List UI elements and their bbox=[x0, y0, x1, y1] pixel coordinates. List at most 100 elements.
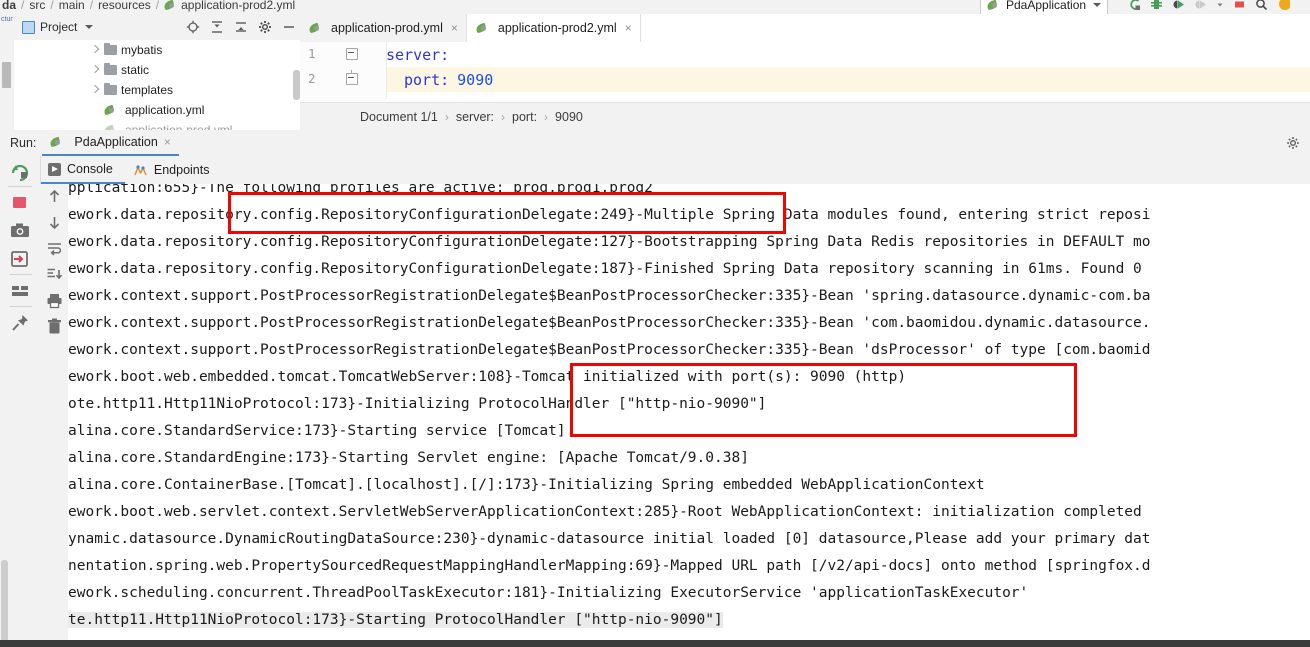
status-crumb-value[interactable]: 9090 bbox=[555, 110, 583, 124]
caret-line-highlight bbox=[386, 67, 1310, 92]
editor-tab-application-prod[interactable]: application-prod.yml × bbox=[300, 14, 467, 42]
editor-area: ctur Project mybatis static templates ap… bbox=[0, 14, 1310, 131]
code-line-2: port: 9090 bbox=[386, 67, 493, 92]
chevron-right-icon[interactable] bbox=[90, 65, 100, 75]
notification-icon[interactable] bbox=[1277, 0, 1291, 11]
chevron-down-icon[interactable] bbox=[85, 25, 94, 29]
chevron-right-icon[interactable] bbox=[90, 85, 100, 95]
console-line-6: ework.context.support.PostProcessorRegis… bbox=[68, 342, 1151, 358]
yml-file-icon bbox=[164, 0, 176, 11]
breadcrumb: da / src / main / resources / applicatio… bbox=[0, 0, 295, 14]
tree-node-templates[interactable]: templates bbox=[14, 80, 173, 100]
project-panel-toolbar bbox=[186, 14, 296, 40]
search-icon[interactable] bbox=[1255, 0, 1268, 11]
run-subtabs: Console Endpoints bbox=[40, 156, 1310, 185]
thread-dump-icon[interactable] bbox=[9, 248, 31, 270]
yaml-key: port: bbox=[404, 70, 450, 89]
close-icon[interactable]: × bbox=[164, 135, 171, 149]
console-line-14: nentation.spring.web.PropertySourcedRequ… bbox=[68, 558, 1151, 574]
soft-wrap-icon[interactable] bbox=[46, 240, 63, 257]
folder-icon bbox=[104, 83, 117, 95]
collapse-all-icon[interactable] bbox=[234, 20, 248, 34]
console-line-11: alina.core.ContainerBase.[Tomcat].[local… bbox=[68, 477, 985, 493]
breadcrumb-item-0[interactable]: da bbox=[2, 0, 16, 12]
dropdown-arrow-icon[interactable] bbox=[1216, 0, 1224, 11]
fold-marker-icon[interactable] bbox=[346, 48, 358, 60]
fold-marker-icon[interactable] bbox=[346, 70, 358, 85]
toolbar-divider bbox=[8, 274, 32, 275]
console-output[interactable]: pplication:655}-The following profiles a… bbox=[68, 184, 1310, 647]
status-crumb-port[interactable]: port: bbox=[512, 110, 537, 124]
tree-node-label: templates bbox=[121, 83, 174, 97]
close-icon[interactable]: × bbox=[451, 21, 458, 35]
project-tree: mybatis static templates application.yml bbox=[14, 40, 300, 130]
clear-all-icon[interactable] bbox=[46, 318, 63, 335]
rerun-icon[interactable] bbox=[9, 160, 31, 182]
scroll-up-icon[interactable] bbox=[46, 188, 63, 205]
layout-icon[interactable] bbox=[9, 280, 31, 302]
console-line-16: te.http11.Http11NioProtocol:173}-Startin… bbox=[68, 612, 723, 628]
editor-status-breadcrumb: Document 1/1 › server: › port: › 9090 bbox=[300, 102, 1310, 131]
locate-icon[interactable] bbox=[186, 20, 200, 34]
status-separator: › bbox=[544, 110, 549, 124]
scroll-down-icon[interactable] bbox=[46, 214, 63, 231]
tab-console[interactable]: Console bbox=[40, 156, 125, 184]
profiler-icon[interactable] bbox=[1150, 0, 1163, 11]
console-line-1: ework.data.repository.config.RepositoryC… bbox=[68, 207, 1151, 223]
tree-node-mybatis[interactable]: mybatis bbox=[14, 40, 162, 60]
spring-boot-icon bbox=[987, 0, 999, 11]
left-tool-window-bar: ctur bbox=[0, 14, 15, 130]
editor-tab-application-prod2[interactable]: application-prod2.yml × bbox=[466, 14, 641, 44]
project-tree-scrollbar[interactable] bbox=[293, 70, 300, 100]
tree-node-clipped[interactable]: application-prod.yml bbox=[14, 120, 232, 130]
gear-icon[interactable] bbox=[1286, 136, 1300, 150]
console-line-13: ynamic.datasource.DynamicRoutingDataSour… bbox=[68, 531, 1151, 547]
left-bar-grip[interactable] bbox=[2, 62, 11, 88]
breadcrumb-separator: / bbox=[21, 0, 25, 12]
hide-icon[interactable] bbox=[282, 20, 296, 34]
tree-node-application-yml[interactable]: application.yml bbox=[14, 100, 204, 120]
code-line-1: server: bbox=[386, 42, 449, 67]
idea-window: da / src / main / resources / applicatio… bbox=[0, 0, 1310, 647]
pin-icon[interactable] bbox=[9, 312, 31, 334]
tree-node-static[interactable]: static bbox=[14, 60, 149, 80]
run-tool-window: Run: PdaApplication × Console Endpoints bbox=[0, 130, 1310, 647]
scroll-to-end-icon[interactable] bbox=[46, 266, 63, 283]
breadcrumb-item-4[interactable]: application-prod2.yml bbox=[181, 0, 295, 12]
debug-icon[interactable] bbox=[1172, 0, 1185, 11]
tab-endpoints[interactable]: Endpoints bbox=[125, 156, 222, 184]
project-title-button[interactable]: Project bbox=[14, 20, 94, 34]
stop-icon[interactable] bbox=[1233, 0, 1246, 11]
chevron-right-icon[interactable] bbox=[90, 45, 100, 55]
console-line-4: ework.context.support.PostProcessorRegis… bbox=[68, 288, 1151, 304]
project-icon bbox=[22, 20, 35, 34]
breadcrumb-item-2[interactable]: main bbox=[59, 0, 85, 12]
console-scrollbar-thumb[interactable] bbox=[1, 560, 8, 647]
project-panel-title: Project bbox=[40, 20, 78, 34]
stop-icon[interactable] bbox=[9, 192, 31, 214]
status-crumb-server[interactable]: server: bbox=[456, 110, 494, 124]
line-number: 2 bbox=[308, 71, 316, 86]
folder-icon bbox=[104, 63, 117, 75]
tree-node-label: static bbox=[121, 63, 150, 77]
yml-file-icon bbox=[309, 22, 323, 35]
tab-endpoints-label: Endpoints bbox=[153, 163, 210, 177]
project-tool-window: Project mybatis static templates applica… bbox=[14, 14, 301, 130]
console-vertical-strip bbox=[0, 260, 10, 647]
console-line-8: ote.http11.Http11NioProtocol:173}-Initia… bbox=[68, 396, 767, 412]
editor-tabs: application-prod.yml × application-prod2… bbox=[300, 14, 641, 44]
run-configuration-selector[interactable]: PdaApplication bbox=[980, 0, 1109, 14]
run-tab-pdaapplication[interactable]: PdaApplication × bbox=[42, 130, 179, 156]
editor-gutter[interactable]: 1 2 bbox=[300, 42, 387, 102]
breadcrumb-item-3[interactable]: resources bbox=[98, 0, 151, 12]
camera-icon[interactable] bbox=[9, 220, 31, 242]
console-line-15: ework.scheduling.concurrent.ThreadPoolTa… bbox=[68, 585, 1029, 601]
settings-icon[interactable] bbox=[258, 20, 272, 34]
console-left-toolbar bbox=[40, 184, 69, 647]
close-icon[interactable]: × bbox=[625, 21, 632, 35]
print-icon[interactable] bbox=[46, 292, 63, 309]
code-content[interactable]: 1 2 server: port: 9090 bbox=[300, 42, 1310, 102]
run-with-coverage-icon[interactable] bbox=[1128, 0, 1141, 11]
breadcrumb-item-1[interactable]: src bbox=[29, 0, 45, 12]
expand-all-icon[interactable] bbox=[210, 20, 224, 34]
